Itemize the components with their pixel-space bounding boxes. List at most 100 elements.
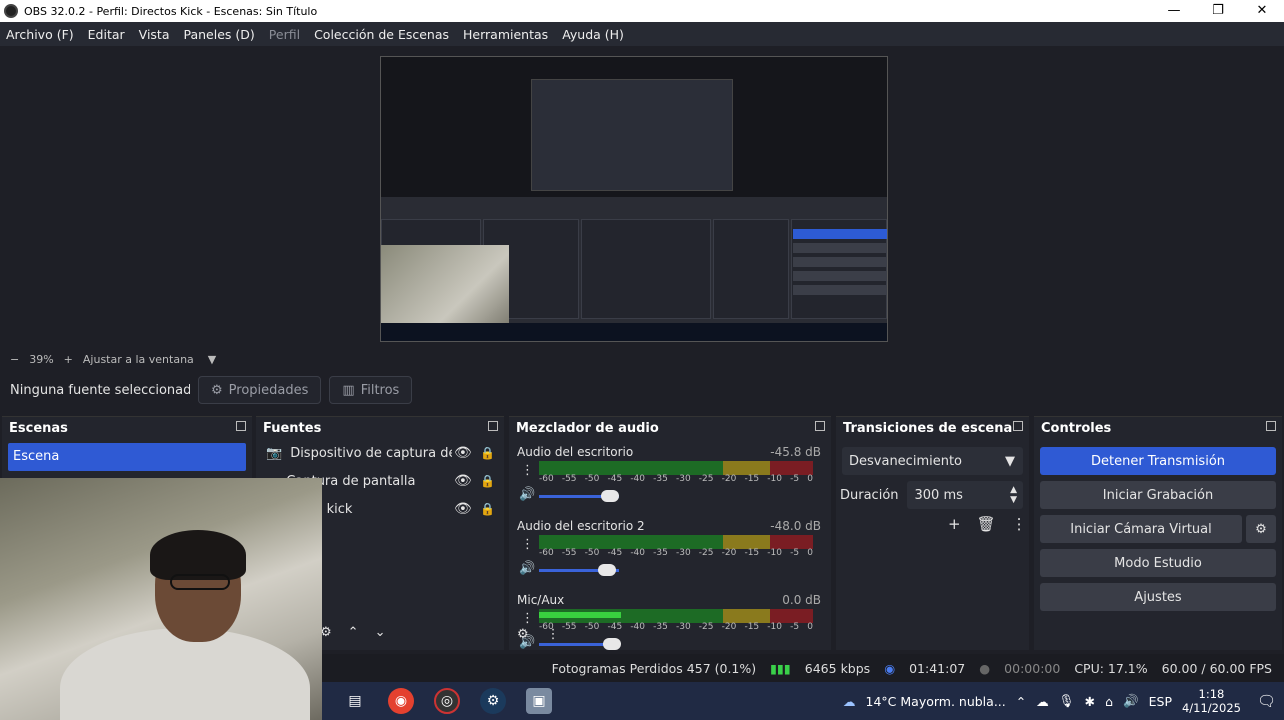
tick-label: -10 (767, 474, 782, 484)
network-icon[interactable]: ⌂ (1105, 694, 1113, 709)
title-bar: OBS 32.0.2 - Perfil: Directos Kick - Esc… (0, 0, 1284, 22)
transition-select[interactable]: Desvanecimiento ▼ (842, 447, 1023, 475)
mic-icon[interactable]: 🎙 (1059, 693, 1075, 709)
steam-icon[interactable]: ⚙ (480, 688, 506, 714)
undock-icon[interactable] (1013, 421, 1023, 431)
tick-label: 0 (807, 474, 813, 484)
tick-label: -55 (561, 474, 577, 484)
chrome-icon[interactable]: ◉ (388, 688, 414, 714)
scene-item[interactable]: Escena (8, 443, 246, 471)
move-up-icon[interactable]: ⌃ (348, 625, 359, 640)
start-recording-button[interactable]: Iniciar Grabación (1040, 481, 1276, 509)
sources-title: Fuentes (263, 420, 322, 436)
volume-knob[interactable] (598, 564, 617, 576)
tick-label: -35 (653, 622, 668, 632)
obs-icon[interactable]: ◎ (434, 688, 460, 714)
speaker-icon[interactable]: 🔊 (519, 561, 535, 576)
undock-icon[interactable] (815, 421, 825, 431)
tick-label: -45 (607, 548, 623, 558)
tray-expand-icon[interactable]: ⌃ (1016, 694, 1026, 709)
controls-dock: Controles Detener Transmisión Iniciar Gr… (1034, 416, 1282, 650)
more-options-icon[interactable]: ⋮ (547, 627, 560, 642)
menu-scene-collection[interactable]: Colección de Escenas (314, 27, 449, 42)
transitions-title: Transiciones de escena (843, 420, 1013, 436)
more-options-icon[interactable]: ⋮ (521, 611, 534, 626)
move-down-icon[interactable]: ⌄ (375, 625, 386, 640)
tick-label: -60 (539, 548, 554, 558)
tick-label: 0 (807, 548, 813, 558)
bluetooth-icon[interactable]: ✱ (1085, 694, 1095, 709)
studio-mode-button[interactable]: Modo Estudio (1040, 549, 1276, 577)
mixer-channel: Audio del escritorio -45.8 dB ⋮ -60 -55 -5… (509, 439, 831, 513)
notifications-icon[interactable]: 🗨 (1257, 692, 1276, 710)
minimize-button[interactable]: — (1152, 0, 1196, 22)
properties-button[interactable]: ⚙ Propiedades (198, 376, 322, 404)
tick-label: -35 (653, 474, 668, 484)
undock-icon[interactable] (1266, 421, 1276, 431)
zoom-bar: − 39% + Ajustar a la ventana ▼ (0, 350, 1284, 368)
app-icon[interactable]: ▣ (526, 688, 552, 714)
menu-tools[interactable]: Herramientas (463, 27, 548, 42)
clock[interactable]: 1:18 4/11/2025 (1182, 687, 1241, 715)
menu-view[interactable]: Vista (139, 27, 170, 42)
zoom-in-button[interactable]: + (64, 353, 73, 366)
channel-db: 0.0 dB (782, 593, 821, 607)
tick-label: -15 (744, 622, 760, 632)
more-options-icon[interactable]: ⋮ (521, 537, 534, 552)
preview-nested-taskbar (381, 323, 887, 341)
properties-label: Propiedades (228, 382, 309, 398)
task-view-icon[interactable]: ▤ (342, 688, 368, 714)
no-source-selected-label: Ninguna fuente seleccionada (10, 382, 190, 398)
settings-button[interactable]: Ajustes (1040, 583, 1276, 611)
undock-icon[interactable] (488, 421, 498, 431)
obs-logo-icon (4, 4, 18, 18)
onedrive-icon[interactable]: ☁ (1036, 694, 1049, 709)
tick-label: -25 (698, 622, 714, 632)
volume-icon[interactable]: 🔊 (1123, 693, 1139, 709)
virtual-cam-settings-button[interactable]: ⚙ (1246, 515, 1276, 543)
menu-help[interactable]: Ayuda (H) (562, 27, 624, 42)
zoom-out-button[interactable]: − (10, 353, 19, 366)
eye-icon[interactable]: 👁 (454, 473, 472, 489)
tick-label: -5 (790, 622, 800, 632)
source-item[interactable]: 📷 Dispositivo de captura de vídeo 👁 🔒 (256, 439, 504, 467)
lock-icon[interactable]: 🔒 (480, 502, 495, 516)
language[interactable]: ESP (1149, 694, 1172, 709)
weather[interactable]: 14°C Mayorm. nubla... (866, 694, 1006, 709)
more-options-icon[interactable]: ⋮ (1012, 515, 1027, 533)
spin-icon[interactable]: ▲ ▼ (1010, 485, 1017, 505)
more-options-icon[interactable]: ⋮ (521, 463, 534, 478)
filters-button[interactable]: ▥ Filtros (329, 376, 413, 404)
eye-icon[interactable]: 👁 (454, 445, 472, 461)
close-button[interactable]: ✕ (1240, 0, 1284, 22)
trash-icon[interactable]: 🗑 (977, 515, 996, 533)
speaker-icon[interactable]: 🔊 (519, 487, 535, 502)
menu-profile[interactable]: Perfil (269, 27, 300, 42)
undock-icon[interactable] (236, 421, 246, 431)
tick-label: -25 (698, 548, 714, 558)
menu-edit[interactable]: Editar (88, 27, 125, 42)
system-tray: ☁ 14°C Mayorm. nubla... ⌃ ☁ 🎙 ✱ ⌂ 🔊 ESP … (843, 682, 1276, 720)
program-preview[interactable] (380, 56, 888, 342)
duration-input[interactable]: 300 ms ▲ ▼ (906, 481, 1023, 509)
add-icon[interactable]: + (948, 515, 961, 533)
volume-knob[interactable] (603, 638, 621, 650)
chevron-down-icon[interactable]: ▼ (208, 353, 216, 366)
dropped-frames: Fotogramas Perdidos 457 (0.1%) (551, 660, 757, 676)
volume-knob[interactable] (601, 490, 620, 502)
advanced-audio-icon[interactable]: ⚙ (517, 627, 529, 642)
fit-window-label[interactable]: Ajustar a la ventana (83, 353, 194, 366)
chevron-down-icon: ▼ (1005, 453, 1015, 469)
eye-icon[interactable]: 👁 (454, 501, 472, 517)
menu-file[interactable]: Archivo (F) (6, 27, 74, 42)
menu-docks[interactable]: Paneles (D) (184, 27, 255, 42)
preview-nested-window (531, 79, 733, 191)
mixer-title: Mezclador de audio (516, 420, 659, 436)
lock-icon[interactable]: 🔒 (480, 474, 495, 488)
start-virtual-cam-button[interactable]: Iniciar Cámara Virtual (1040, 515, 1242, 543)
lock-icon[interactable]: 🔒 (480, 446, 495, 460)
maximize-button[interactable]: ❐ (1196, 0, 1240, 22)
stop-stream-button[interactable]: Detener Transmisión (1040, 447, 1276, 475)
tick-label: -40 (630, 622, 646, 632)
tick-label: -20 (721, 548, 737, 558)
